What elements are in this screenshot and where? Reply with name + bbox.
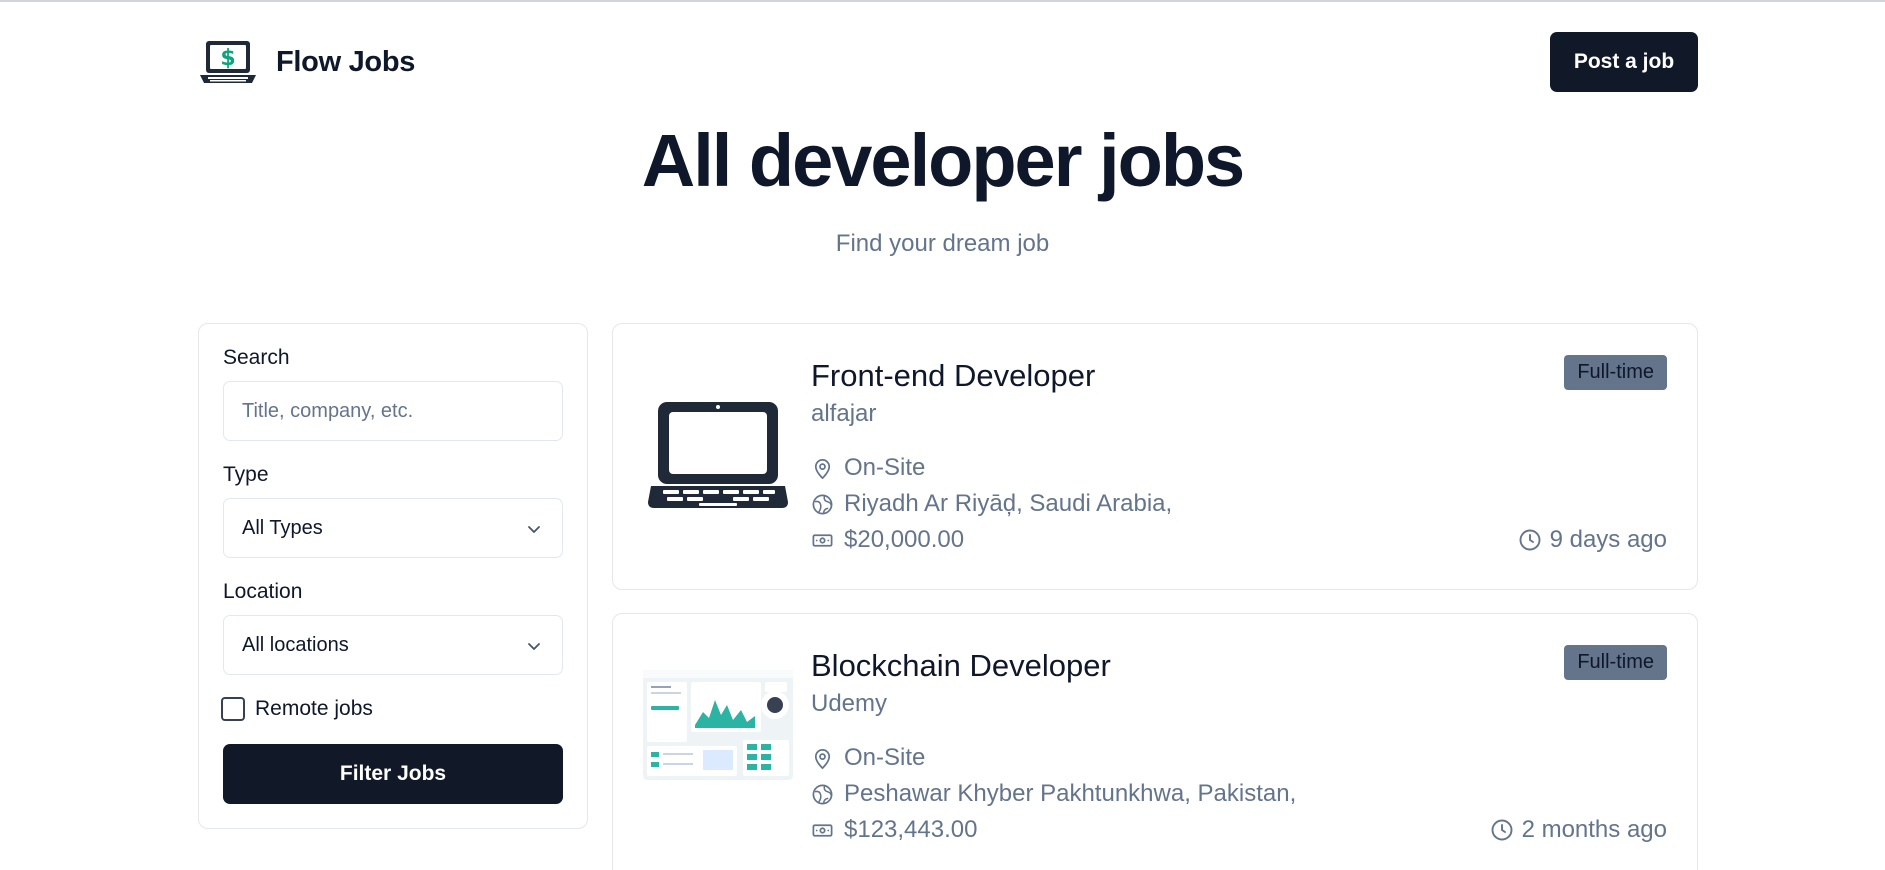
brand-logo[interactable]: $ Flow Jobs: [198, 38, 415, 86]
job-salary: $20,000.00: [811, 526, 964, 554]
globe-icon: [812, 784, 833, 804]
job-company: Udemy: [811, 690, 888, 717]
job-title[interactable]: Blockchain Developer: [811, 648, 1111, 684]
laptop-logo: [648, 402, 788, 508]
search-input[interactable]: Title, company, etc.: [223, 381, 563, 441]
type-select-value: All Types: [242, 516, 323, 539]
banknote-icon: [812, 823, 833, 837]
chevron-down-icon: [528, 643, 540, 650]
search-placeholder: Title, company, etc.: [242, 399, 414, 422]
type-select[interactable]: All Types: [223, 498, 563, 558]
job-card[interactable]: Blockchain Developer Udemy Full-time On-…: [612, 613, 1698, 870]
laptop-dollar-icon: $: [200, 41, 256, 83]
type-label: Type: [223, 463, 269, 486]
location-label: Location: [223, 580, 303, 603]
location-select-value: All locations: [242, 633, 349, 656]
remote-jobs-option: Remote jobs: [221, 697, 373, 721]
job-company: alfajar: [811, 400, 877, 427]
top-border: [0, 0, 1885, 2]
banknote-icon: [812, 533, 833, 547]
map-pin-icon: [814, 748, 831, 769]
chevron-down-icon: [528, 526, 540, 533]
job-type-badge: Full-time: [1564, 355, 1667, 390]
map-pin-icon: [814, 458, 831, 479]
job-posted-time: 2 months ago: [1490, 816, 1667, 844]
page-subtitle: Find your dream job: [835, 230, 1050, 257]
job-location-type: On-Site: [811, 744, 925, 772]
brand-name: Flow Jobs: [276, 45, 416, 78]
job-card[interactable]: Front-end Developer alfajar Full-time On…: [612, 323, 1698, 590]
filter-jobs-button[interactable]: Filter Jobs: [223, 744, 563, 804]
job-location: Peshawar Khyber Pakhtunkhwa, Pakistan,: [811, 780, 1296, 808]
job-salary: $123,443.00: [811, 816, 977, 844]
job-posted-time: 9 days ago: [1518, 526, 1667, 554]
remote-jobs-label[interactable]: Remote jobs: [255, 697, 373, 721]
clock-icon: [1491, 819, 1513, 841]
svg-text:$: $: [220, 46, 235, 71]
dashboard-screenshot-logo: [643, 670, 793, 780]
search-label: Search: [223, 346, 290, 369]
clock-icon: [1519, 529, 1541, 551]
job-location: Riyadh Ar Riyāḑ, Saudi Arabia,: [811, 490, 1172, 518]
globe-icon: [812, 494, 833, 514]
job-type-badge: Full-time: [1564, 645, 1667, 680]
remote-jobs-checkbox[interactable]: [221, 697, 245, 721]
location-select[interactable]: All locations: [223, 615, 563, 675]
page-title: All developer jobs: [641, 119, 1245, 202]
filter-panel: Search Title, company, etc. Type All Typ…: [198, 323, 588, 829]
job-title[interactable]: Front-end Developer: [811, 358, 1095, 394]
post-job-button[interactable]: Post a job: [1550, 32, 1698, 92]
job-location-type: On-Site: [811, 454, 925, 482]
